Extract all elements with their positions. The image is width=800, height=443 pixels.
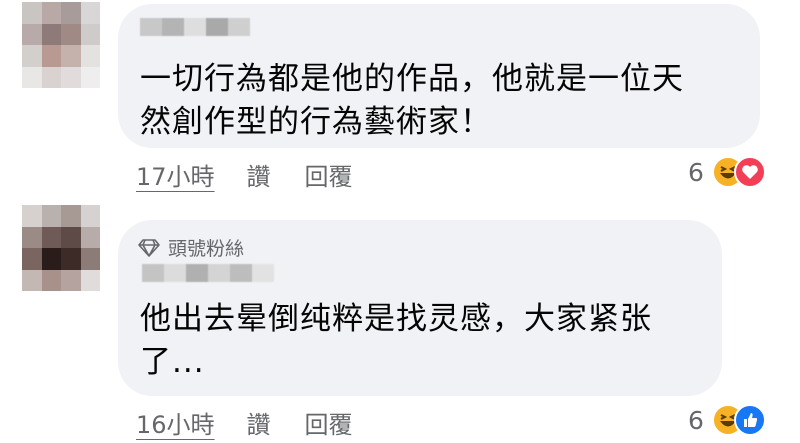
commenter-name-redacted[interactable] <box>142 264 274 282</box>
avatar[interactable] <box>22 205 100 291</box>
reply-button[interactable]: 回覆 <box>305 405 353 440</box>
comment-actions: 17小時 讚 回覆 <box>136 157 387 192</box>
commenter-name-redacted[interactable] <box>140 18 250 36</box>
comment-text: 一切行為都是他的作品，他就是一位天 然創作型的行為藝術家！ <box>140 61 684 140</box>
badge-label: 頭號粉絲 <box>168 238 245 260</box>
diamond-icon <box>138 238 160 257</box>
like-button[interactable]: 讚 <box>247 405 271 440</box>
reaction-count: 6 <box>688 157 704 187</box>
comment-bubble: 一切行為都是他的作品，他就是一位天 然創作型的行為藝術家！ <box>118 4 760 148</box>
reaction-count: 6 <box>688 405 704 435</box>
like-icon <box>733 404 766 436</box>
comment-actions: 16小時 讚 回覆 <box>136 405 387 440</box>
avatar[interactable] <box>22 2 100 88</box>
top-fan-badge[interactable]: 頭號粉絲 <box>138 234 244 261</box>
like-button[interactable]: 讚 <box>247 157 271 192</box>
reaction-summary[interactable]: 6 <box>688 156 766 188</box>
comment-bubble: 頭號粉絲 他出去晕倒纯粹是找灵感，大家紧张 了... <box>118 220 722 396</box>
comment-timestamp[interactable]: 17小時 <box>136 157 215 192</box>
reply-button[interactable]: 回覆 <box>305 157 353 192</box>
comment-text: 他出去晕倒纯粹是找灵感，大家紧张 了... <box>140 301 652 380</box>
love-icon <box>733 156 766 188</box>
reaction-summary[interactable]: 6 <box>688 404 766 436</box>
comment-timestamp[interactable]: 16小時 <box>136 405 215 440</box>
